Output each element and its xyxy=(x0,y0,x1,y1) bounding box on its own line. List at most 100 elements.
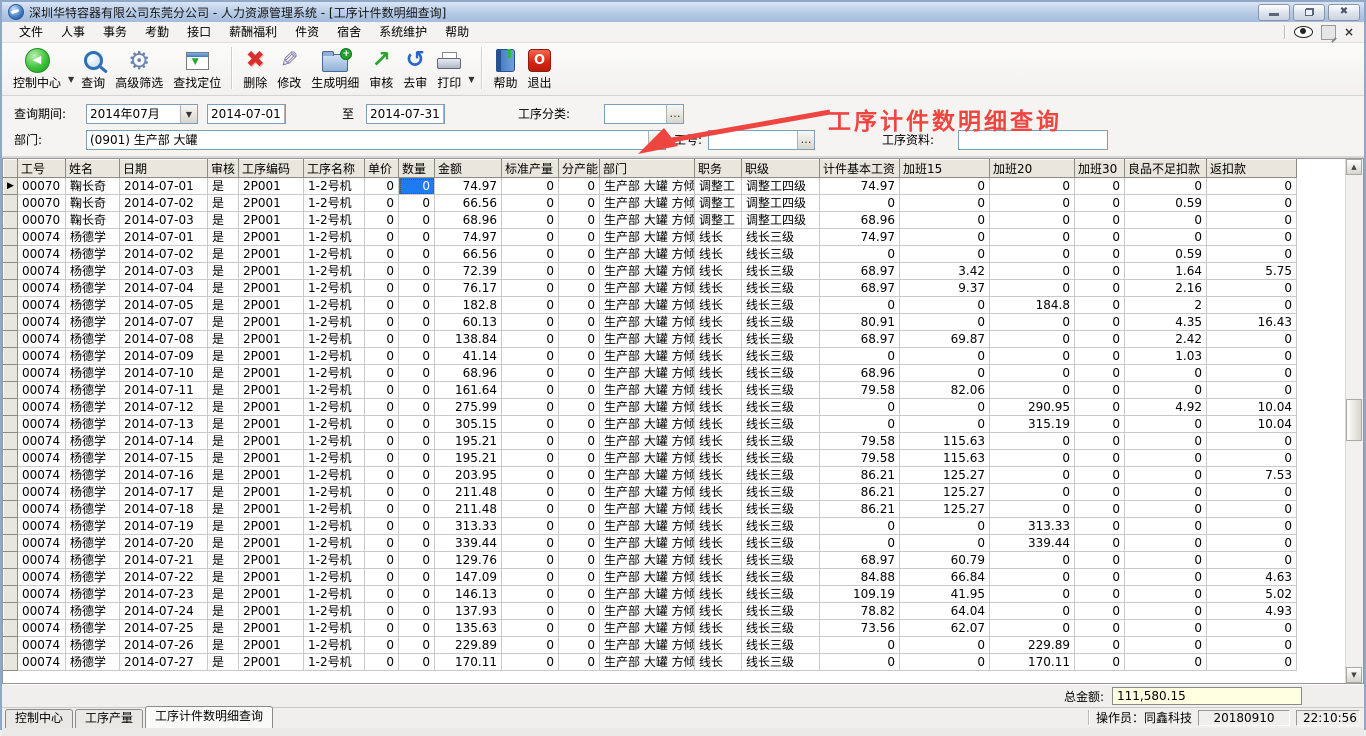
cell[interactable]: 线长 xyxy=(695,399,742,416)
cell[interactable]: 0 xyxy=(559,280,600,297)
cell[interactable]: 2P001 xyxy=(239,263,304,280)
cell[interactable]: 线长 xyxy=(695,297,742,314)
cell[interactable]: 调整工四级 xyxy=(742,212,820,229)
restore-button[interactable] xyxy=(1293,4,1325,21)
cell[interactable]: 60.79 xyxy=(900,552,990,569)
cell[interactable]: 1-2号机 xyxy=(304,467,365,484)
cell[interactable]: 0 xyxy=(900,195,990,212)
cell[interactable]: 是 xyxy=(208,297,239,314)
cell[interactable]: 生产部 大罐 方倾调整工 xyxy=(600,212,695,229)
cell[interactable]: 0 xyxy=(559,569,600,586)
cell[interactable]: 杨德学 xyxy=(66,484,120,501)
cell[interactable]: 1-2号机 xyxy=(304,552,365,569)
cell[interactable]: 68.97 xyxy=(820,552,900,569)
row-indicator[interactable] xyxy=(4,399,18,416)
cell[interactable]: 0 xyxy=(1075,331,1125,348)
cell[interactable]: 线长三级 xyxy=(742,620,820,637)
cell[interactable]: 0 xyxy=(1207,620,1297,637)
cell[interactable]: 线长三级 xyxy=(742,467,820,484)
cell[interactable]: 0 xyxy=(1207,552,1297,569)
cell[interactable]: 杨德学 xyxy=(66,263,120,280)
table-row[interactable]: 00074杨德学2014-07-24是2P0011-2号机00137.9300生… xyxy=(4,603,1297,620)
cell[interactable]: 2P001 xyxy=(239,195,304,212)
table-row[interactable]: 00070鞠长奇2014-07-03是2P0011-2号机0068.9600生产… xyxy=(4,212,1297,229)
cell[interactable]: 2P001 xyxy=(239,484,304,501)
cell[interactable]: 生产部 大罐 方倾线长 xyxy=(600,620,695,637)
cell[interactable]: 0 xyxy=(559,654,600,671)
table-row[interactable]: 00074杨德学2014-07-14是2P0011-2号机00195.2100生… xyxy=(4,433,1297,450)
row-indicator[interactable] xyxy=(4,450,18,467)
cell[interactable]: 是 xyxy=(208,365,239,382)
cell[interactable]: 2P001 xyxy=(239,314,304,331)
cell[interactable]: 生产部 大罐 方倾线长 xyxy=(600,450,695,467)
cell[interactable]: 1-2号机 xyxy=(304,314,365,331)
cell[interactable]: 线长 xyxy=(695,314,742,331)
column-header-职务[interactable]: 职务 xyxy=(695,160,742,178)
cell[interactable]: 0 xyxy=(502,195,559,212)
table-row[interactable]: 00074杨德学2014-07-02是2P0011-2号机0066.5600生产… xyxy=(4,246,1297,263)
close-button[interactable]: ✖ xyxy=(1328,4,1360,21)
cell[interactable]: 170.11 xyxy=(990,654,1075,671)
cell[interactable]: 2P001 xyxy=(239,586,304,603)
cell[interactable]: 0 xyxy=(1125,535,1207,552)
cell[interactable]: 1-2号机 xyxy=(304,212,365,229)
cell[interactable]: 线长三级 xyxy=(742,552,820,569)
cell[interactable]: 0 xyxy=(399,450,435,467)
cell[interactable]: 线长三级 xyxy=(742,501,820,518)
cell[interactable]: 2014-07-21 xyxy=(120,552,208,569)
cell[interactable]: 125.27 xyxy=(900,484,990,501)
cell[interactable]: 86.21 xyxy=(820,467,900,484)
cell[interactable]: 是 xyxy=(208,484,239,501)
cell[interactable]: 2014-07-11 xyxy=(120,382,208,399)
cell[interactable]: 生产部 大罐 方倾调整工 xyxy=(600,178,695,195)
cell[interactable]: 0 xyxy=(365,484,399,501)
cell[interactable]: 0 xyxy=(990,178,1075,195)
delete-button[interactable]: ✖ 删除 xyxy=(238,45,272,92)
cell[interactable]: 0 xyxy=(1075,501,1125,518)
cell[interactable]: 是 xyxy=(208,433,239,450)
table-row[interactable]: 00074杨德学2014-07-08是2P0011-2号机00138.8400生… xyxy=(4,331,1297,348)
cell[interactable]: 线长三级 xyxy=(742,229,820,246)
cell[interactable]: 0 xyxy=(1075,246,1125,263)
cell[interactable]: 0 xyxy=(820,297,900,314)
cell[interactable]: 0 xyxy=(900,212,990,229)
cell[interactable]: 0 xyxy=(365,535,399,552)
cell[interactable]: 0 xyxy=(900,365,990,382)
cell[interactable]: 229.89 xyxy=(435,637,502,654)
table-row[interactable]: 00074杨德学2014-07-13是2P0011-2号机00305.1500生… xyxy=(4,416,1297,433)
table-row[interactable]: 00070鞠长奇2014-07-02是2P0011-2号机0066.5600生产… xyxy=(4,195,1297,212)
cell[interactable]: 170.11 xyxy=(435,654,502,671)
cell[interactable]: 0 xyxy=(820,654,900,671)
cell[interactable]: 64.04 xyxy=(900,603,990,620)
cell[interactable]: 0 xyxy=(365,552,399,569)
table-row[interactable]: 00074杨德学2014-07-20是2P0011-2号机00339.4400生… xyxy=(4,535,1297,552)
cell[interactable]: 0 xyxy=(990,484,1075,501)
cell[interactable]: 0 xyxy=(1207,365,1297,382)
cell[interactable]: 0 xyxy=(1125,484,1207,501)
table-row[interactable]: 00074杨德学2014-07-17是2P0011-2号机00211.4800生… xyxy=(4,484,1297,501)
cell[interactable]: 84.88 xyxy=(820,569,900,586)
cell[interactable]: 0.59 xyxy=(1125,195,1207,212)
cell[interactable]: 0 xyxy=(559,212,600,229)
cell[interactable]: 5.75 xyxy=(1207,263,1297,280)
cell[interactable]: 线长三级 xyxy=(742,314,820,331)
cell[interactable]: 211.48 xyxy=(435,484,502,501)
cell[interactable]: 线长三级 xyxy=(742,246,820,263)
cell[interactable]: 129.76 xyxy=(435,552,502,569)
cell[interactable]: 0 xyxy=(1075,263,1125,280)
scroll-down-icon[interactable]: ▼ xyxy=(1346,667,1362,683)
cell[interactable]: 0 xyxy=(1207,637,1297,654)
cell[interactable]: 74.97 xyxy=(820,178,900,195)
cell[interactable]: 生产部 大罐 方倾线长 xyxy=(600,569,695,586)
table-row[interactable]: 00074杨德学2014-07-18是2P0011-2号机00211.4800生… xyxy=(4,501,1297,518)
cell[interactable]: 0 xyxy=(559,263,600,280)
cell[interactable]: 杨德学 xyxy=(66,569,120,586)
cell[interactable]: 0 xyxy=(1207,501,1297,518)
cell[interactable]: 是 xyxy=(208,399,239,416)
cell[interactable]: 0 xyxy=(990,348,1075,365)
cell[interactable]: 0 xyxy=(502,501,559,518)
control-center-button[interactable]: ◀ 控制中心 xyxy=(8,45,66,92)
cell[interactable]: 1-2号机 xyxy=(304,280,365,297)
cell[interactable]: 0 xyxy=(502,484,559,501)
period-select[interactable]: 2014年07月 ▼ xyxy=(86,104,198,124)
